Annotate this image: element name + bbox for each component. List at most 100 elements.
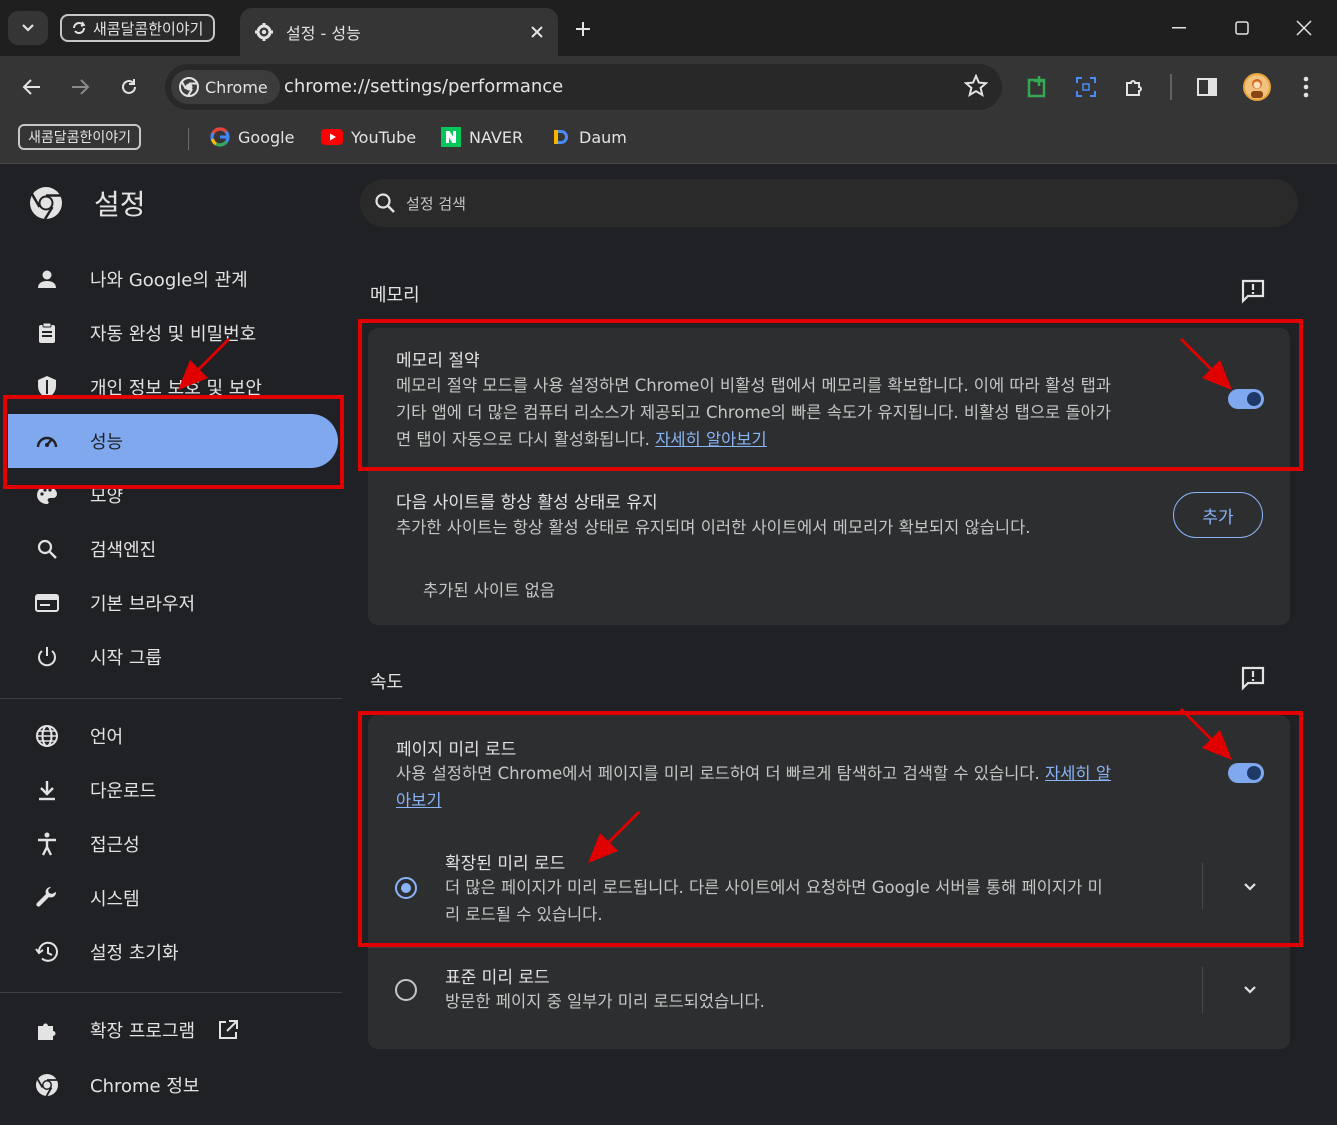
new-tab-button[interactable]: [568, 14, 598, 44]
sidebar-item-label: 언어: [90, 727, 124, 748]
accessibility-icon: [34, 831, 60, 857]
address-bar[interactable]: Chrome chrome://settings/performance: [165, 64, 1002, 110]
browser-icon: [34, 590, 60, 616]
toolbar-divider: [1170, 74, 1172, 100]
bookmark-plus-icon: [1027, 76, 1046, 98]
history-icon: [34, 939, 60, 965]
annotation-arrow-icon: [588, 811, 640, 863]
close-icon[interactable]: [530, 25, 544, 39]
sidebar-item-system[interactable]: 시스템: [8, 871, 338, 925]
site-chip-label: Chrome: [205, 77, 268, 97]
side-panel-icon: [1197, 78, 1217, 96]
highlight-box-preload: [358, 711, 1303, 947]
star-icon[interactable]: [964, 74, 988, 98]
chevron-down-icon: [22, 24, 34, 32]
standard-preload-description: 방문한 페이지 중 일부가 미리 로드되었습니다.: [445, 992, 765, 1011]
bookmark-group[interactable]: 새콤달콤한이야기: [18, 124, 142, 150]
bookmark-label: NAVER: [469, 127, 524, 147]
bookmark-label: Google: [238, 127, 295, 147]
chrome-icon: [34, 1072, 60, 1098]
sidebar-item-label: 검색엔진: [90, 540, 157, 561]
sidebar-item-default-browser[interactable]: 기본 브라우저: [8, 576, 338, 630]
no-sites-text: 추가된 사이트 없음: [423, 581, 555, 600]
youtube-icon: [321, 129, 343, 145]
maximize-button[interactable]: [1223, 10, 1261, 46]
settings-search-input[interactable]: 설정 검색: [360, 179, 1298, 227]
reload-icon: [122, 79, 136, 94]
more-vert-icon: [1303, 76, 1309, 98]
bookmark-naver[interactable]: NAVER: [441, 124, 523, 150]
sidebar-item-label: 시작 그룹: [90, 648, 162, 669]
highlight-box-memory-saver: [358, 319, 1303, 471]
feedback-icon[interactable]: [1240, 278, 1266, 304]
sidebar-item-label: 기본 브라우저: [90, 594, 196, 615]
plus-icon: [576, 22, 590, 36]
sidebar-item-label: Chrome 정보: [90, 1076, 200, 1097]
profile-avatar[interactable]: [1239, 69, 1275, 105]
annotation-arrow-icon: [1180, 708, 1232, 760]
standard-preload-radio[interactable]: [395, 979, 417, 1001]
sidebar-divider: [0, 698, 342, 699]
sync-icon: [73, 21, 86, 34]
add-site-button[interactable]: 추가: [1173, 492, 1263, 538]
reload-button[interactable]: [111, 69, 147, 105]
chrome-logo-icon: [30, 187, 62, 220]
standard-preload-title: 표준 미리 로드: [445, 968, 550, 988]
sidebar-item-reset[interactable]: 설정 초기화: [8, 925, 338, 979]
minimize-icon: [1172, 27, 1186, 29]
tab-settings[interactable]: 설정 - 성능: [240, 8, 558, 56]
avatar-icon: [1243, 73, 1271, 101]
screenshot-button[interactable]: [1068, 69, 1104, 105]
chevron-down-icon: [1244, 986, 1256, 994]
sidebar-item-languages[interactable]: 언어: [8, 709, 338, 763]
search-placeholder: 설정 검색: [406, 194, 466, 213]
tab-search-button[interactable]: [8, 11, 48, 45]
bookmark-youtube[interactable]: YouTube: [321, 124, 416, 150]
tab-group-chip[interactable]: 새콤달콤한이야기: [60, 14, 216, 42]
sidebar-item-accessibility[interactable]: 접근성: [8, 817, 338, 871]
tab-group-label: 새콤달콤한이야기: [93, 19, 204, 38]
daum-icon: [554, 130, 568, 144]
sidebar-divider: [0, 992, 342, 993]
row-divider: [368, 947, 1290, 948]
search-icon: [34, 536, 60, 562]
keep-active-description: 추가한 사이트는 항상 활성 상태로 유지되며 이러한 사이트에서 메모리가 확…: [396, 518, 1031, 537]
close-window-button[interactable]: [1285, 10, 1323, 46]
arrow-right-icon: [72, 79, 90, 95]
puzzle-icon: [34, 1017, 60, 1043]
sidebar-item-search-engine[interactable]: 검색엔진: [8, 522, 338, 576]
bookmark-daum[interactable]: Daum: [551, 124, 627, 150]
naver-icon: [441, 127, 461, 147]
sidebar-item-you-and-google[interactable]: 나와 Google의 관계: [8, 252, 338, 306]
side-panel-button[interactable]: [1189, 69, 1225, 105]
bookmark-google[interactable]: Google: [210, 124, 294, 150]
extensions-button[interactable]: [1117, 69, 1153, 105]
maximize-icon: [1235, 21, 1249, 35]
bookmarks-bar: 새콤달콤한이야기 Google YouTube NAVER Daum: [0, 118, 1337, 164]
back-button[interactable]: [14, 69, 50, 105]
menu-button[interactable]: [1288, 69, 1324, 105]
sidebar-item-about-chrome[interactable]: Chrome 정보: [8, 1058, 338, 1112]
annotation-arrow-icon: [1180, 338, 1232, 390]
extension-green-button[interactable]: [1019, 69, 1055, 105]
clipboard-icon: [34, 320, 60, 346]
tab-title: 설정 - 성능: [286, 24, 361, 43]
site-info-chip[interactable]: Chrome: [171, 70, 280, 104]
toolbar: Chrome chrome://settings/performance: [0, 56, 1337, 118]
person-icon: [34, 266, 60, 292]
feedback-icon[interactable]: [1240, 665, 1266, 691]
sidebar-item-on-startup[interactable]: 시작 그룹: [8, 630, 338, 684]
sidebar-item-extensions[interactable]: 확장 프로그램: [8, 1003, 338, 1057]
standard-expand-button[interactable]: [1237, 977, 1263, 1003]
keep-active-title: 다음 사이트를 항상 활성 상태로 유지: [396, 493, 658, 513]
url-text[interactable]: chrome://settings/performance: [284, 76, 563, 97]
memory-section-title: 메모리: [370, 285, 420, 306]
puzzle-icon: [1126, 80, 1142, 96]
sidebar-item-label: 설정 초기화: [90, 943, 179, 964]
minimize-button[interactable]: [1160, 10, 1198, 46]
forward-button[interactable]: [62, 69, 98, 105]
highlight-box-nav: [3, 395, 344, 489]
search-icon: [375, 193, 395, 213]
title-bar: 새콤달콤한이야기 설정 - 성능: [0, 0, 1337, 56]
sidebar-item-downloads[interactable]: 다운로드: [8, 763, 338, 817]
